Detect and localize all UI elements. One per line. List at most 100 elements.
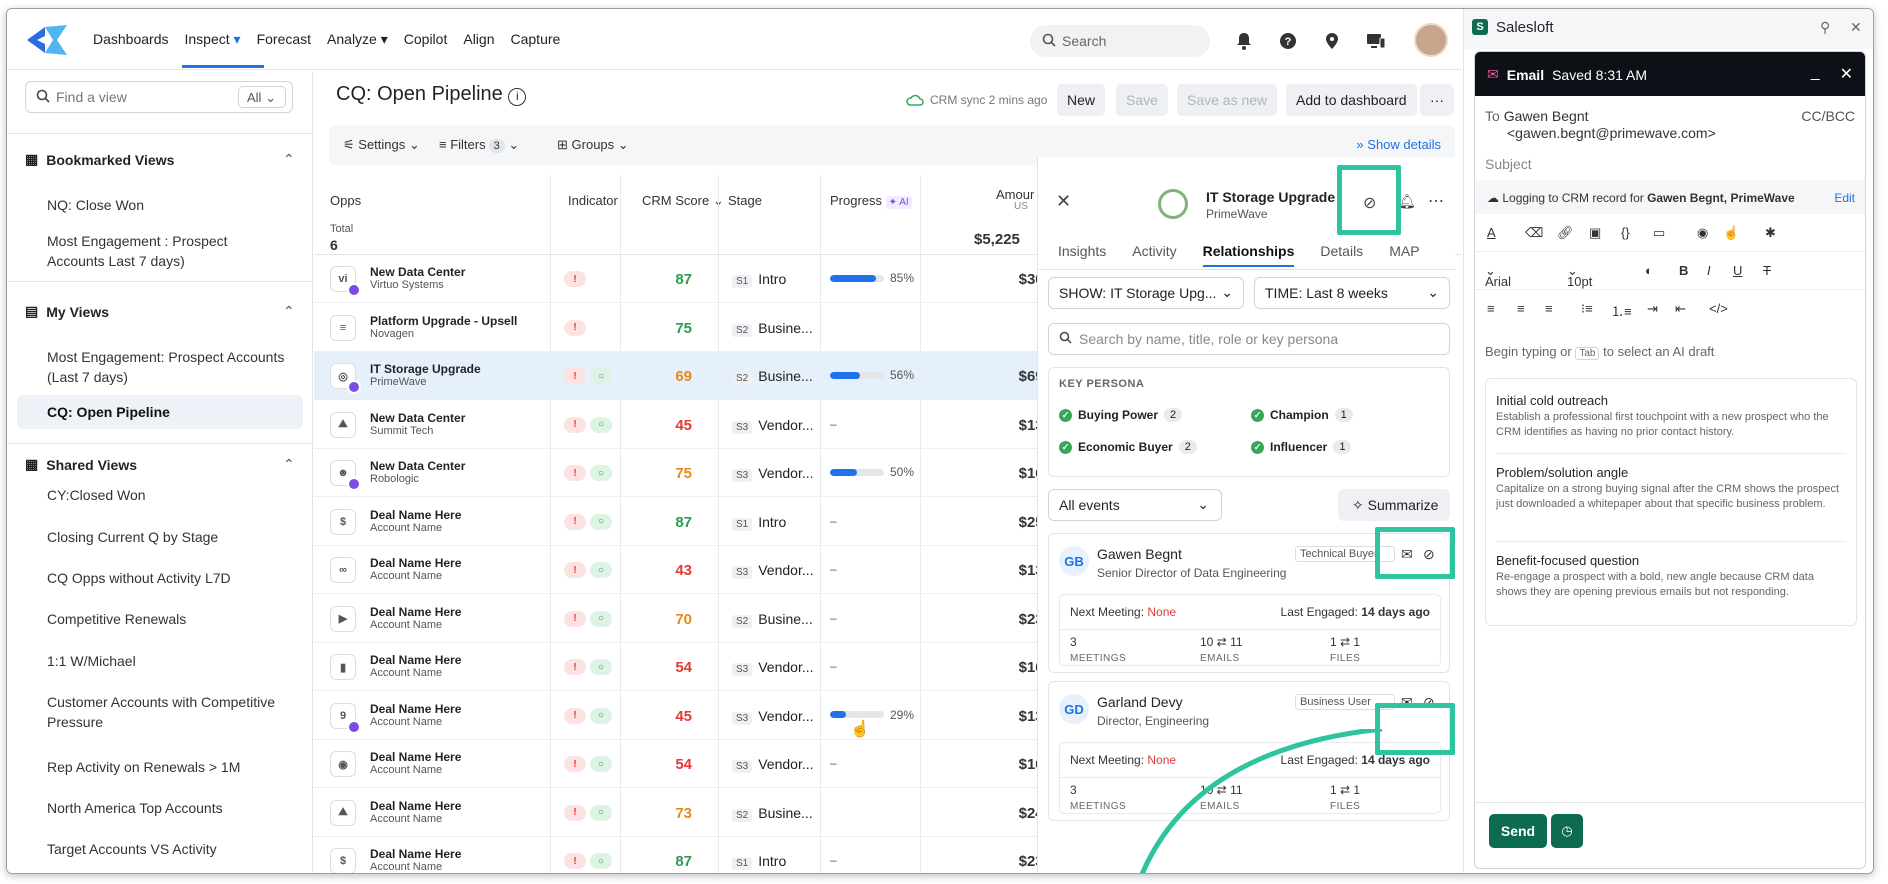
nav-capture[interactable]: Capture <box>511 31 561 48</box>
bell-icon[interactable] <box>1232 29 1256 53</box>
table-row[interactable]: vi New Data Center Virtuo Systems! 87 S1 Intr… <box>314 255 1054 303</box>
location-icon[interactable] <box>1320 29 1344 53</box>
ai-draft-option[interactable]: Initial cold outreach Establish a profes… <box>1496 393 1846 440</box>
table-row[interactable]: ◎ IT Storage Upgrade PrimeWave! ○ 69 S2 Busine… <box>314 352 1054 400</box>
chevron-up-icon[interactable]: ⌃ <box>283 151 295 168</box>
persona-chip[interactable]: ✓ Champion 1 <box>1251 408 1353 422</box>
persona-chip[interactable]: ✓ Economic Buyer 2 <box>1059 440 1197 454</box>
sidebar-item-shared[interactable]: CY:Closed Won <box>47 485 287 505</box>
image-icon[interactable]: ▣ <box>1589 225 1601 241</box>
filters-button[interactable]: ≡ Filters 3 ⌄ <box>439 137 519 153</box>
bookmarked-header[interactable]: ▦ Bookmarked Views ⌃ <box>25 151 295 168</box>
sidebar-item-shared[interactable]: 1:1 W/Michael <box>47 651 287 671</box>
contact-name[interactable]: Garland Devy <box>1097 694 1183 710</box>
nav-copilot[interactable]: Copilot <box>404 31 448 48</box>
settings-button[interactable]: ⚟ Settings ⌄ <box>343 137 420 153</box>
save-button[interactable]: Save <box>1116 84 1168 116</box>
align-right-icon[interactable]: ≡ <box>1545 301 1553 316</box>
col-crm-score[interactable]: CRM Score ⌄ <box>642 193 724 209</box>
table-row[interactable]: $ Deal Name Here Account Name! ○ 87 S1 Intro – $… <box>314 498 1054 546</box>
info-icon[interactable]: i <box>508 88 527 106</box>
opp-name[interactable]: New Data Center <box>370 459 465 473</box>
settings-icon[interactable]: ✱ <box>1765 225 1776 241</box>
col-indicator[interactable]: Indicator <box>568 193 618 208</box>
outdent-icon[interactable]: ⇤ <box>1675 301 1686 317</box>
table-row[interactable]: 9 Deal Name Here Account Name! ○ 45 S3 Vendor.… <box>314 692 1054 740</box>
show-select[interactable]: SHOW: IT Storage Upg... ⌄ <box>1048 277 1244 309</box>
show-details-link[interactable]: » Show details <box>1356 137 1441 152</box>
opp-name[interactable]: Deal Name Here <box>370 653 461 667</box>
user-avatar[interactable] <box>1414 23 1448 57</box>
pointer-icon[interactable]: ☝ <box>1723 225 1739 241</box>
sidebar-item-shared[interactable]: Closing Current Q by Stage <box>47 527 287 547</box>
tab-insights[interactable]: Insights <box>1058 243 1106 267</box>
new-button[interactable]: New <box>1057 84 1106 116</box>
code-braces-icon[interactable]: {} <box>1621 225 1630 240</box>
indent-icon[interactable]: ⇥ <box>1647 301 1658 317</box>
table-row[interactable]: ▮ Deal Name Here Account Name! ○ 54 S3 Vendor.… <box>314 643 1054 691</box>
to-field[interactable]: To Gawen Begnt <gawen.begnt@primewave.co… <box>1485 108 1716 142</box>
col-amount[interactable]: Amour <box>996 187 1034 202</box>
code-icon[interactable]: </> <box>1709 301 1728 316</box>
table-row[interactable]: ◉ Deal Name Here Account Name! ○ 54 S3 Vendor.… <box>314 740 1054 788</box>
sidebar-item-nq-close-won[interactable]: NQ: Close Won <box>47 195 287 215</box>
palette-icon[interactable]: ◐ <box>1645 263 1653 278</box>
align-left-icon[interactable]: ≡ <box>1487 301 1495 316</box>
global-search[interactable]: Search <box>1030 25 1210 57</box>
calendar-icon[interactable]: ▭ <box>1653 225 1665 241</box>
opp-name[interactable]: Deal Name Here <box>370 702 461 716</box>
nav-forecast[interactable]: Forecast <box>257 31 311 48</box>
font-select[interactable]: Arial ⌄ <box>1485 263 1511 289</box>
ai-draft-option[interactable]: Benefit-focused question Re-engage a pro… <box>1496 553 1846 600</box>
bold-icon[interactable]: B <box>1679 263 1688 278</box>
summarize-button[interactable]: ✧ Summarize <box>1338 489 1450 521</box>
close-icon[interactable]: ✕ <box>1840 64 1853 84</box>
sidebar-item-shared[interactable]: Rep Activity on Renewals > 1M <box>47 757 287 777</box>
col-opps[interactable]: Opps <box>330 193 361 208</box>
chevron-up-icon[interactable]: ⌃ <box>283 303 295 320</box>
close-icon[interactable]: ✕ <box>1850 19 1862 36</box>
chevron-up-icon[interactable]: ⌃ <box>283 456 295 473</box>
logo-icon[interactable] <box>23 23 71 57</box>
sidebar-item-shared[interactable]: Customer Accounts with Competitive Press… <box>47 692 287 732</box>
help-icon[interactable]: ? <box>1276 29 1300 53</box>
minimize-icon[interactable]: _ <box>1811 64 1820 84</box>
size-select[interactable]: 10pt ⌄ <box>1567 263 1592 289</box>
numbered-list-icon[interactable]: ⒈≡ <box>1611 301 1632 320</box>
more-button[interactable]: ··· <box>1420 84 1454 116</box>
send-button[interactable]: Send <box>1489 814 1547 848</box>
sidebar-item-shared[interactable]: Competitive Renewals <box>47 609 287 629</box>
groups-button[interactable]: ⊞ Groups ⌄ <box>557 137 629 153</box>
sidebar-item-shared[interactable]: Target Accounts VS Activity <box>47 839 287 859</box>
opp-name[interactable]: Deal Name Here <box>370 799 461 813</box>
tab-details[interactable]: Details <box>1320 243 1363 267</box>
cc-bcc-link[interactable]: CC/BCC <box>1801 108 1855 124</box>
time-select[interactable]: TIME: Last 8 weeks ⌄ <box>1254 277 1450 309</box>
my-views-header[interactable]: ▤ My Views ⌃ <box>25 303 295 320</box>
italic-icon[interactable]: I <box>1707 263 1711 278</box>
opp-name[interactable]: New Data Center <box>370 265 465 279</box>
underline-icon[interactable]: U <box>1733 263 1742 278</box>
tab-map[interactable]: MAP <box>1389 243 1419 267</box>
contact-name[interactable]: Gawen Begnt <box>1097 546 1182 562</box>
highlight-icon[interactable]: ⌫ <box>1525 225 1543 241</box>
opp-name[interactable]: Deal Name Here <box>370 750 461 764</box>
schedule-clock-icon[interactable]: ◷ <box>1551 814 1583 848</box>
opp-name[interactable]: IT Storage Upgrade <box>370 362 481 376</box>
view-filter-select[interactable]: All ⌄ <box>238 86 286 108</box>
subject-field[interactable]: Subject <box>1485 156 1532 172</box>
tab-activity[interactable]: Activity <box>1132 243 1176 267</box>
pin-icon[interactable]: ⚲ <box>1820 19 1830 36</box>
table-row[interactable]: $ Deal Name Here Account Name! ○ 87 S1 Intro – $… <box>314 837 1054 873</box>
eye-icon[interactable]: ◉ <box>1697 225 1708 241</box>
table-row[interactable]: ∞ Deal Name Here Account Name! ○ 43 S3 Vendor.… <box>314 546 1054 594</box>
text-color-icon[interactable]: A <box>1487 225 1496 240</box>
sidebar-item-most-engagement[interactable]: Most Engagement : Prospect Accounts Last… <box>47 231 287 271</box>
nav-analyze[interactable]: Analyze ▾ <box>327 31 388 48</box>
opp-name[interactable]: Deal Name Here <box>370 556 461 570</box>
add-to-dashboard-button[interactable]: Add to dashboard <box>1286 84 1417 116</box>
table-row[interactable]: ⛰ New Data Center Summit Tech! ○ 45 S3 Vendor.… <box>314 401 1054 449</box>
opp-name[interactable]: New Data Center <box>370 411 465 425</box>
col-progress[interactable]: Progress ✦ AI <box>830 193 912 209</box>
link-icon[interactable]: 🔗︎ <box>1557 225 1574 241</box>
